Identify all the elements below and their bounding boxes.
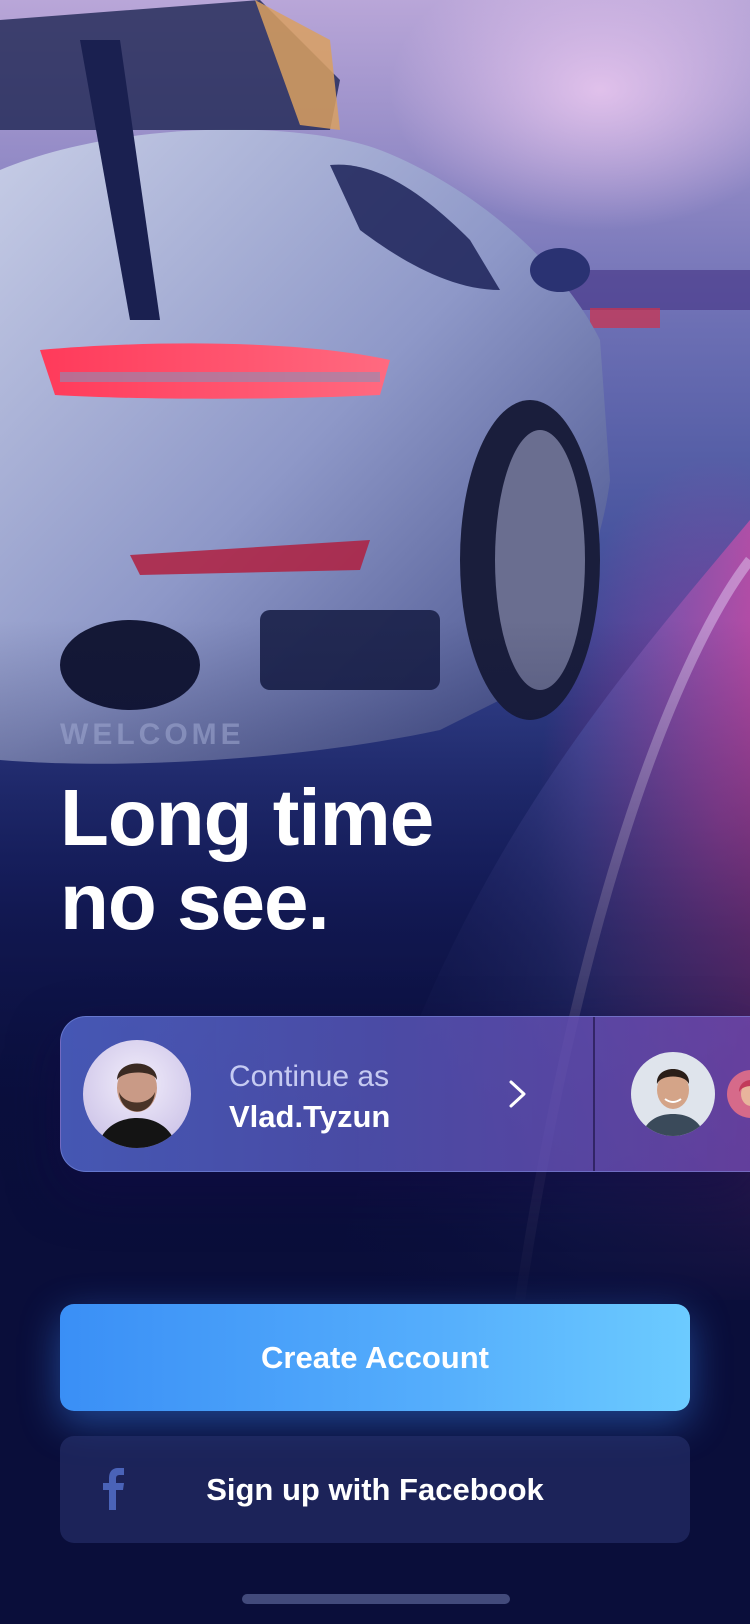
account-switcher: Continue as Vlad.Tyzun bbox=[60, 1016, 750, 1172]
headline-line-1: Long time bbox=[60, 773, 434, 862]
account-divider bbox=[593, 1017, 595, 1171]
continue-label: Continue as bbox=[229, 1060, 390, 1093]
home-indicator bbox=[242, 1594, 510, 1604]
create-account-button[interactable]: Create Account bbox=[60, 1304, 690, 1411]
facebook-icon bbox=[103, 1468, 124, 1510]
headline-line-2: no see. bbox=[60, 857, 330, 946]
welcome-eyebrow: WELCOME bbox=[60, 718, 245, 751]
facebook-signup-label: Sign up with Facebook bbox=[206, 1471, 544, 1507]
avatar bbox=[83, 1040, 191, 1148]
facebook-signup-button[interactable]: Sign up with Facebook bbox=[60, 1436, 690, 1543]
avatar-other-account[interactable] bbox=[631, 1052, 715, 1136]
continue-as-account-button[interactable]: Continue as Vlad.Tyzun bbox=[61, 1017, 593, 1171]
chevron-right-icon bbox=[509, 1080, 526, 1108]
avatar-third-account[interactable] bbox=[727, 1070, 750, 1118]
page-title: Long time no see. bbox=[60, 776, 660, 944]
username: Vlad.Tyzun bbox=[229, 1099, 391, 1134]
